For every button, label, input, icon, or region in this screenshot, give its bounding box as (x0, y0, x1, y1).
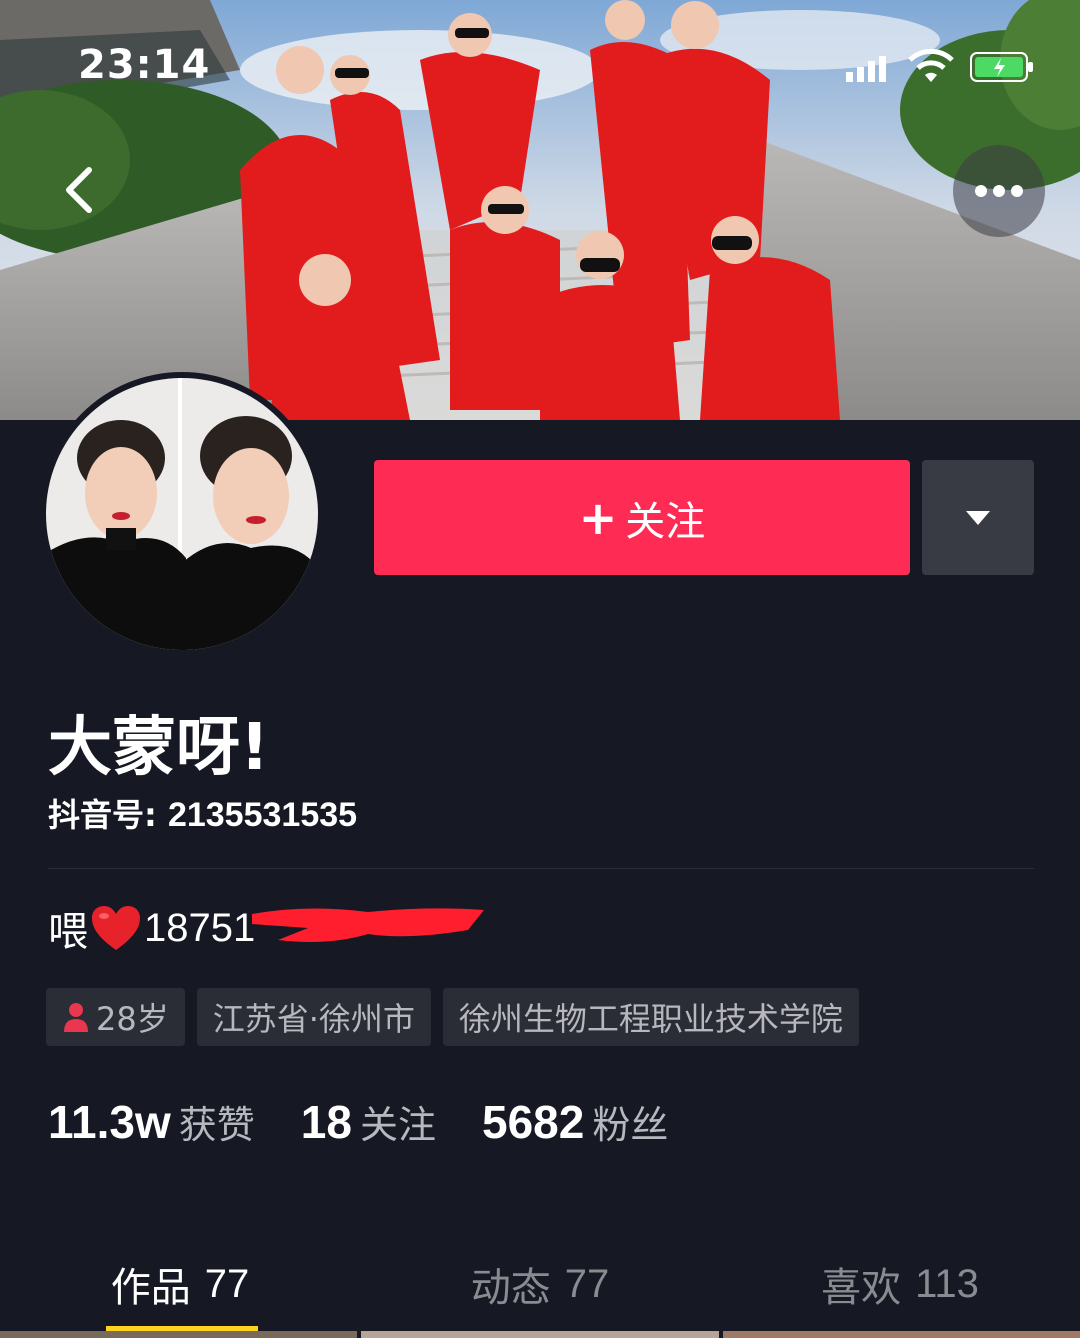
tag-school: 徐州生物工程职业技术学院 (442, 988, 859, 1046)
bio-phone: 18751 (144, 905, 256, 950)
status-time: 23:14 (78, 42, 211, 88)
bio: 喂 18751 (48, 900, 255, 956)
stat-followers[interactable]: 5682 粉丝 (482, 1094, 668, 1149)
plus-icon: + (578, 490, 618, 545)
recommend-dropdown-button[interactable] (922, 460, 1034, 575)
person-icon (64, 1003, 88, 1032)
more-dots-icon (975, 185, 1023, 197)
status-bar: 23:14 (0, 0, 1080, 120)
divider (48, 868, 1034, 869)
profile-tags: 28岁 江苏省·徐州市 徐州生物工程职业技术学院 (46, 988, 859, 1046)
tab-moments-count: 77 (564, 1261, 610, 1306)
avatar-image (46, 378, 318, 650)
douyin-id: 抖音号: 2135531535 (48, 790, 357, 836)
chevron-left-icon (66, 167, 92, 213)
follow-button[interactable]: + 关注 (374, 460, 910, 575)
more-button[interactable] (953, 145, 1045, 237)
stat-likes-label: 获赞 (178, 1103, 255, 1147)
bio-prefix: 喂 (48, 909, 88, 955)
stat-followers-label: 粉丝 (592, 1103, 669, 1147)
tab-likes[interactable]: 喜欢 113 (720, 1238, 1080, 1330)
tag-school-text: 徐州生物工程职业技术学院 (458, 1000, 843, 1038)
tag-age-text: 28岁 (96, 1000, 169, 1038)
nickname: 大蒙呀! (48, 711, 270, 785)
tab-moments[interactable]: 动态 77 (360, 1238, 720, 1330)
wifi-icon (908, 48, 954, 82)
video-thumbnail-strip (0, 1331, 1080, 1338)
triangle-down-icon (966, 510, 990, 525)
content-tabs: 作品 77 动态 77 喜欢 113 (0, 1238, 1080, 1330)
douyin-id-value: 2135531535 (167, 796, 358, 834)
tab-moments-label: 动态 (470, 1265, 551, 1311)
tab-works[interactable]: 作品 77 (0, 1238, 360, 1330)
battery-icon (970, 52, 1033, 82)
back-button[interactable] (48, 160, 108, 220)
tab-works-count: 77 (204, 1261, 250, 1306)
tab-likes-count: 113 (915, 1261, 979, 1306)
stat-following[interactable]: 18 关注 (301, 1094, 436, 1149)
stat-likes-value: 11.3w (48, 1096, 171, 1148)
video-thumbnail[interactable] (0, 1331, 358, 1338)
stat-following-value: 18 (300, 1096, 352, 1148)
tab-works-label: 作品 (110, 1265, 191, 1311)
profile-stats: 11.3w 获赞 18 关注 5682 粉丝 (48, 1094, 714, 1149)
stat-followers-value: 5682 (481, 1096, 585, 1148)
signal-icon (846, 56, 886, 82)
avatar[interactable] (40, 372, 324, 656)
tab-likes-label: 喜欢 (821, 1265, 902, 1311)
heart-icon (92, 906, 140, 950)
stat-likes: 11.3w 获赞 (48, 1094, 255, 1149)
redaction-mark (252, 908, 484, 942)
tag-age: 28岁 (46, 988, 185, 1046)
stat-following-label: 关注 (359, 1103, 436, 1147)
cover-photo[interactable]: 23:14 (0, 0, 1080, 420)
tag-location-text: 江苏省·徐州市 (212, 1000, 415, 1038)
video-thumbnail[interactable] (361, 1331, 719, 1338)
douyin-id-label: 抖音号: (48, 796, 168, 834)
tag-location: 江苏省·徐州市 (196, 988, 431, 1046)
follow-label: 关注 (625, 498, 706, 545)
video-thumbnail[interactable] (722, 1331, 1080, 1338)
